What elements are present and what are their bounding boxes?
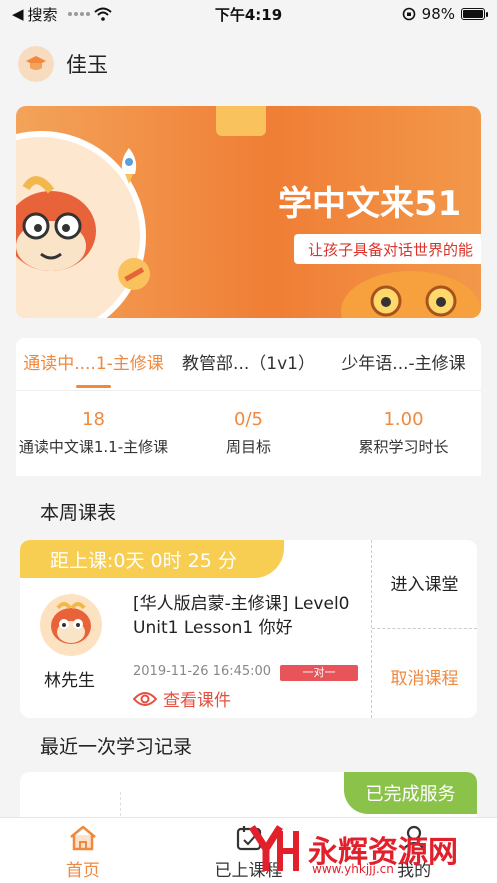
banner-decoration xyxy=(216,106,266,136)
stat-label: 累积学习时长 xyxy=(358,438,449,456)
stat-study-hours: 1.00 累积学习时长 xyxy=(326,391,481,476)
stat-weekly-goal: 0/5 周目标 xyxy=(171,391,326,476)
upcoming-class-card: 距上课:0天 0时 25 分 林先生 [华人版启蒙-主修课] Level0 Un… xyxy=(20,540,477,718)
status-time: 下午4:19 xyxy=(214,5,283,24)
teacher-mascot-icon xyxy=(51,602,91,644)
dragon-mascot-icon xyxy=(16,176,96,271)
home-icon xyxy=(70,825,96,851)
status-right: 98% xyxy=(315,5,488,23)
signal-icon xyxy=(67,12,90,16)
watermark-url: www.yhkjjj.cn xyxy=(312,862,394,876)
stat-lessons: 18 通读中文课1.1-主修课 xyxy=(16,391,171,476)
schedule-section-title: 本周课表 xyxy=(40,502,117,524)
teacher-name: 林先生 xyxy=(44,671,95,691)
battery-percent: 98% xyxy=(421,5,455,23)
back-app-label[interactable]: 搜索 xyxy=(28,4,58,25)
pencil-icon xyxy=(118,258,150,290)
view-materials-link[interactable]: 查看课件 xyxy=(133,686,231,711)
tab-course-2[interactable]: 教管部...（1v1） xyxy=(171,338,326,390)
promo-banner[interactable]: 学中文来51 让孩子具备对话世界的能 xyxy=(16,106,481,318)
watermark-logo-icon xyxy=(249,825,299,871)
stat-label: 周目标 xyxy=(225,438,271,456)
stat-value: 1.00 xyxy=(383,409,424,430)
eye-icon xyxy=(133,691,157,706)
status-bar: ◀ 搜索 下午4:19 98% xyxy=(0,0,497,28)
status-left: ◀ 搜索 xyxy=(12,4,182,25)
record-section-title: 最近一次学习记录 xyxy=(40,736,193,758)
back-arrow-icon[interactable]: ◀ xyxy=(12,5,24,23)
card-divider xyxy=(372,628,477,629)
class-type-badge: 一对一 xyxy=(280,665,358,681)
graduation-cap-icon xyxy=(18,46,54,82)
stat-value: 18 xyxy=(82,409,105,430)
profile-header[interactable]: 佳玉 xyxy=(18,44,108,84)
completed-badge: 已完成服务 xyxy=(344,772,477,814)
tab-home-label: 首页 xyxy=(65,861,100,881)
stat-label: 通读中文课1.1-主修课 xyxy=(18,438,169,456)
tab-course-3[interactable]: 少年语...-主修课 xyxy=(326,338,481,390)
rotation-lock-icon xyxy=(402,7,415,21)
tab-course-1[interactable]: 通读中....1-主修课 xyxy=(16,338,171,390)
site-watermark: 永辉资源网 www.yhkjjj.cn xyxy=(246,818,486,880)
teacher-avatar xyxy=(40,594,102,656)
cancel-class-button[interactable]: 取消课程 xyxy=(372,664,477,689)
battery-icon xyxy=(461,8,488,20)
student-name: 佳玉 xyxy=(66,53,108,77)
class-time: 2019-11-26 16:45:00 xyxy=(133,664,272,679)
rocket-icon xyxy=(121,148,137,184)
class-title: [华人版启蒙-主修课] Level0 Unit1 Lesson1 你好 xyxy=(133,594,350,638)
class-countdown: 距上课:0天 0时 25 分 xyxy=(20,540,284,578)
stat-value: 0/5 xyxy=(234,409,263,430)
view-materials-label: 查看课件 xyxy=(163,691,231,711)
dragon-head-icon xyxy=(341,271,481,318)
course-tabs: 通读中....1-主修课 教管部...（1v1） 少年语...-主修课 xyxy=(16,338,481,390)
wifi-icon xyxy=(93,7,112,21)
banner-headline: 学中文来51 xyxy=(278,184,462,224)
enter-class-button[interactable]: 进入课堂 xyxy=(372,570,477,595)
card-divider xyxy=(371,540,372,718)
course-stats: 18 通读中文课1.1-主修课 0/5 周目标 1.00 累积学习时长 xyxy=(16,390,481,476)
tab-home[interactable]: 首页 xyxy=(0,818,166,883)
